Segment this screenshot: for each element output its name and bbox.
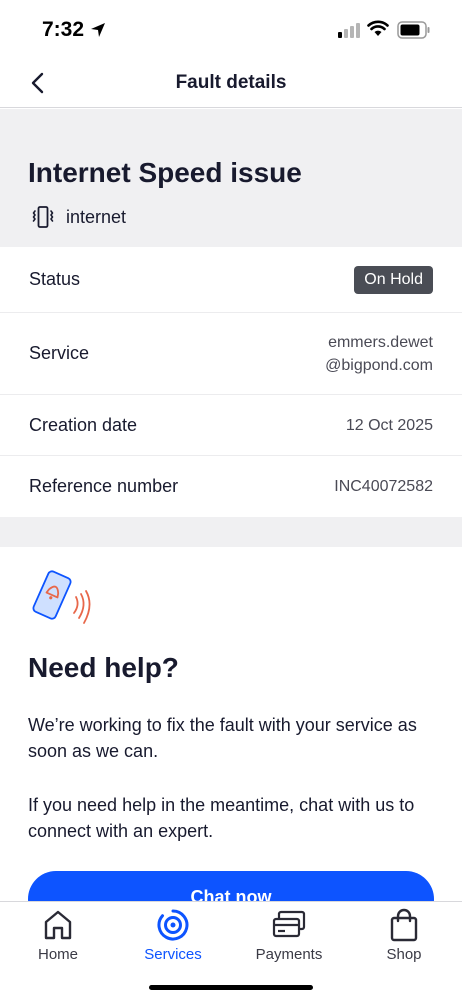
tab-payments-label: Payments	[255, 946, 323, 963]
tab-services[interactable]: Services	[123, 908, 223, 963]
help-text-2: If you need help in the meantime, chat w…	[28, 795, 415, 841]
status-time: 7:32	[42, 18, 85, 41]
fault-type: internet	[30, 205, 126, 229]
fault-title: Internet Speed issue	[28, 157, 302, 188]
reference-number-value: INC40072582	[334, 478, 433, 495]
service-value: emmers.dewet @bigpond.com	[325, 331, 433, 377]
service-label: Service	[29, 343, 90, 363]
fault-details-list: Status On Hold Service emmers.dewet @big…	[0, 247, 462, 517]
tab-home[interactable]: Home	[8, 908, 108, 963]
reference-number-row: Reference number INC40072582	[0, 456, 462, 517]
status-row: Status On Hold	[0, 247, 462, 313]
wifi-icon	[367, 20, 389, 42]
help-title: Need help?	[28, 652, 179, 683]
navigation-bar: Fault details	[0, 58, 462, 108]
section-divider	[0, 517, 462, 547]
home-indicator	[149, 985, 313, 990]
creation-date-label: Creation date	[29, 414, 138, 435]
home-icon	[44, 910, 72, 940]
help-text-1: We’re working to fix the fault with your…	[28, 715, 417, 761]
mobile-vibrate-icon	[32, 206, 54, 228]
tab-payments[interactable]: Payments	[239, 908, 339, 963]
status-badge: On Hold	[354, 265, 433, 294]
reference-number-label: Reference number	[29, 476, 179, 496]
services-icon	[157, 909, 189, 941]
chat-now-button[interactable]: Chat now	[28, 871, 434, 901]
status-label: Status	[29, 269, 81, 289]
payments-icon	[272, 910, 306, 938]
page-title: Fault details	[175, 72, 287, 93]
tab-services-label: Services	[144, 946, 202, 963]
cellular-signal-icon	[338, 22, 360, 38]
creation-date-row: Creation date 12 Oct 2025	[0, 395, 462, 456]
help-section: Need help? We’re working to fix the faul…	[0, 547, 462, 901]
service-value-line1: emmers.dewet	[328, 333, 433, 351]
phone-alert-illustration-icon	[30, 567, 94, 636]
service-row: Service emmers.dewet @bigpond.com	[0, 313, 462, 395]
location-arrow-icon	[90, 22, 106, 43]
service-value-line2: @bigpond.com	[325, 356, 433, 374]
tab-shop-label: Shop	[386, 946, 422, 963]
shop-bag-icon	[390, 908, 418, 942]
tab-home-label: Home	[37, 946, 78, 963]
tab-shop[interactable]: Shop	[354, 908, 454, 963]
fault-header: Internet Speed issue internet	[0, 109, 462, 247]
fault-type-label: internet	[66, 206, 127, 227]
status-bar: 7:32	[0, 0, 462, 58]
battery-icon	[397, 21, 431, 44]
creation-date-value: 12 Oct 2025	[345, 416, 433, 434]
